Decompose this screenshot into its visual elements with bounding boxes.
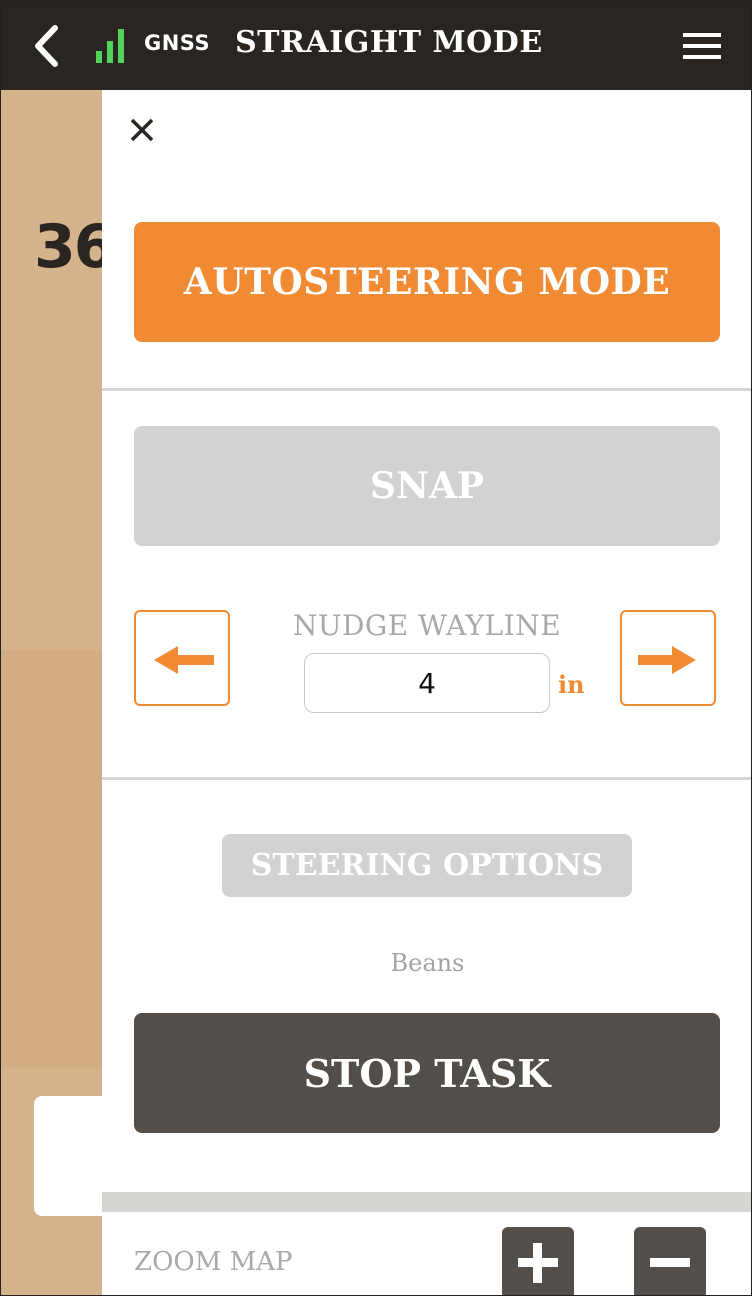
- zoom-out-button[interactable]: [634, 1227, 706, 1295]
- divider: [102, 777, 751, 780]
- page-title: STRAIGHT MODE: [235, 25, 543, 60]
- chevron-left-icon: [35, 25, 58, 67]
- nudge-wayline-label: NUDGE WAYLINE: [292, 609, 562, 642]
- zoom-in-button[interactable]: [502, 1227, 574, 1295]
- stop-task-button[interactable]: STOP TASK: [134, 1013, 720, 1133]
- field-band: [1, 650, 102, 1068]
- divider: [102, 388, 751, 391]
- nudge-unit: in: [558, 670, 585, 699]
- nudge-left-button[interactable]: [134, 610, 230, 706]
- crop-name: Beans: [390, 949, 465, 977]
- back-button[interactable]: [31, 23, 67, 69]
- top-bar: GNSS STRAIGHT MODE: [1, 1, 751, 90]
- nudge-right-button[interactable]: [620, 610, 716, 706]
- zoom-map-label: ZOOM MAP: [134, 1247, 293, 1277]
- arrow-right-icon: [638, 646, 696, 674]
- menu-button[interactable]: [683, 33, 721, 59]
- close-button[interactable]: [128, 116, 156, 144]
- app-screen: 36 GNSS STRAIGHT MODE AUTOSTEERING MODE …: [0, 0, 752, 1296]
- snap-button[interactable]: SNAP: [134, 426, 720, 546]
- hamburger-menu-icon: [683, 33, 721, 37]
- arrow-left-icon: [154, 646, 214, 674]
- signal-strength-icon: [96, 27, 132, 63]
- steering-panel: AUTOSTEERING MODE SNAP NUDGE WAYLINE in …: [102, 90, 751, 1295]
- close-icon: [130, 118, 154, 142]
- nudge-amount-input[interactable]: [304, 653, 550, 713]
- steering-options-button[interactable]: STEERING OPTIONS: [222, 834, 632, 897]
- gnss-label: GNSS: [144, 31, 211, 55]
- autosteering-mode-button[interactable]: AUTOSTEERING MODE: [134, 222, 720, 342]
- zoom-divider: [102, 1192, 751, 1212]
